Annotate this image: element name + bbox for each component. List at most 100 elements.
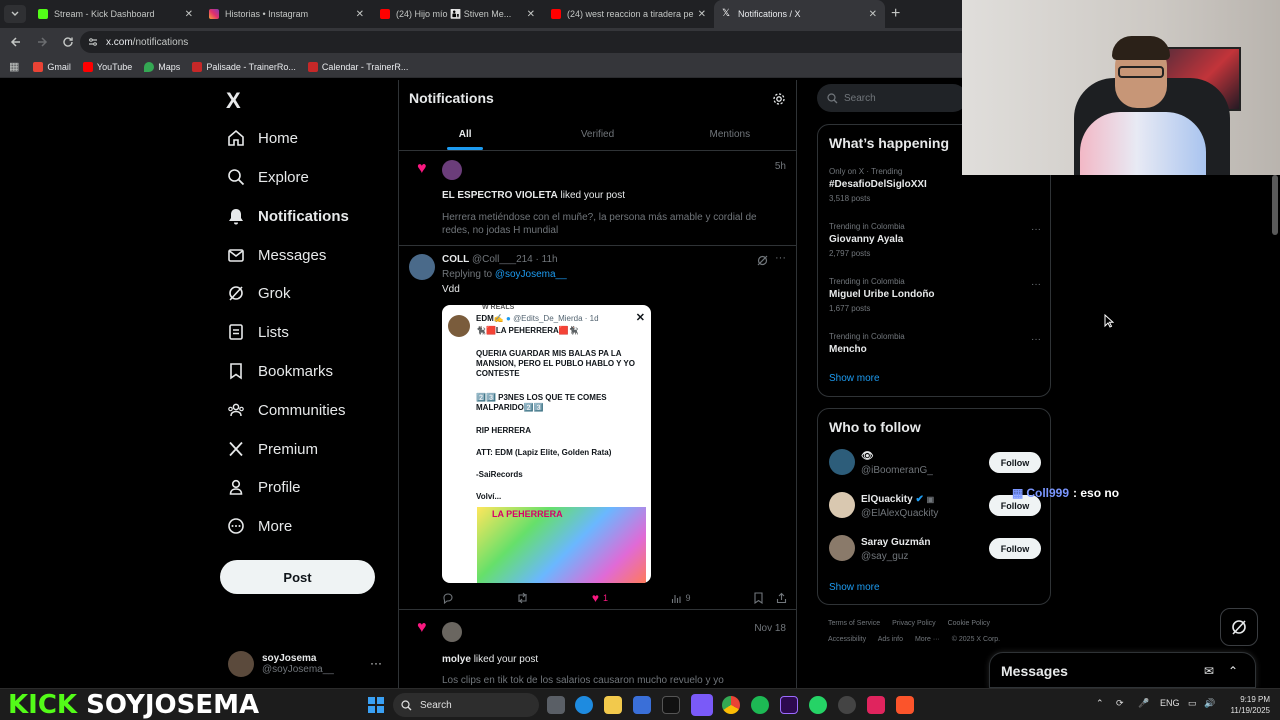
tray-chevron-icon[interactable]: ⌃ bbox=[1096, 698, 1104, 709]
follow-suggestion[interactable]: 👁 @iBoomeranG_ Follow bbox=[829, 449, 1041, 479]
follow-suggestion[interactable]: ElQuackity ✔ ▣ @ElAlexQuackity Follow bbox=[829, 492, 1041, 522]
display-icon[interactable]: ▭ bbox=[1188, 698, 1197, 709]
tab-verified[interactable]: Verified bbox=[531, 118, 663, 150]
nav-notifications[interactable]: Notifications bbox=[226, 201, 349, 231]
close-tab-icon[interactable]: ✕ bbox=[869, 9, 877, 20]
browser-tab-active[interactable]: 𝕏 Notifications / X ✕ bbox=[714, 0, 885, 28]
messages-drawer[interactable]: Messages ✉ ⌃ bbox=[989, 652, 1256, 688]
trend-item[interactable]: Trending in Colombia Mencho ··· bbox=[829, 332, 1043, 355]
footer-link[interactable]: Privacy Policy bbox=[892, 620, 936, 627]
browser-tab[interactable]: (24) Hijo mío 👨‍👦 Stiven Me... ✕ bbox=[372, 0, 543, 28]
reload-icon[interactable] bbox=[56, 30, 80, 54]
close-tab-icon[interactable]: ✕ bbox=[527, 9, 535, 20]
spotify-icon[interactable] bbox=[751, 696, 769, 714]
forward-icon[interactable] bbox=[30, 30, 54, 54]
more-dots-icon[interactable]: ··· bbox=[1031, 279, 1041, 290]
apps-grid-icon[interactable]: ▦ bbox=[9, 60, 19, 73]
footer-link[interactable]: Accessibility bbox=[828, 636, 866, 643]
post-image[interactable]: W REALS EDM✍️ ● @Edits_De_Mierda · 1d 🐈‍… bbox=[442, 305, 651, 583]
nav-explore[interactable]: Explore bbox=[226, 162, 309, 192]
file-explorer-icon[interactable] bbox=[604, 696, 622, 714]
microphone-icon[interactable]: 🎤 bbox=[1138, 698, 1149, 709]
show-more-link[interactable]: Show more bbox=[829, 373, 880, 384]
nav-more[interactable]: More bbox=[226, 511, 292, 541]
nav-communities[interactable]: Communities bbox=[226, 395, 346, 425]
avatar[interactable] bbox=[442, 160, 462, 180]
browser-tab[interactable]: Stream - Kick Dashboard ✕ bbox=[30, 0, 201, 28]
tab-list-button[interactable] bbox=[4, 5, 26, 23]
volume-icon[interactable]: 🔊 bbox=[1204, 698, 1215, 709]
avatar[interactable] bbox=[409, 254, 435, 280]
nav-grok[interactable]: Grok bbox=[226, 278, 291, 308]
nav-bookmarks[interactable]: Bookmarks bbox=[226, 356, 333, 386]
bookmark-youtube[interactable]: YouTube bbox=[82, 61, 132, 72]
browser-tab[interactable]: Historias • Instagram ✕ bbox=[201, 0, 372, 28]
replying-to-link[interactable]: @soyJosema__ bbox=[495, 269, 567, 280]
reply-post[interactable]: COLL @Coll___214 · 11h ··· Replying to @… bbox=[399, 246, 796, 610]
x-logo-icon[interactable]: X bbox=[226, 88, 241, 114]
bookmark-icon[interactable] bbox=[753, 592, 764, 604]
edge-icon[interactable] bbox=[575, 696, 593, 714]
more-dots-icon[interactable]: ··· bbox=[370, 656, 382, 670]
app-icon[interactable] bbox=[838, 696, 856, 714]
share-icon[interactable] bbox=[776, 592, 787, 604]
tray-app-icon[interactable]: ⟳ bbox=[1116, 698, 1124, 709]
new-tab-icon[interactable]: + bbox=[891, 5, 900, 23]
trend-item[interactable]: Trending in Colombia Miguel Uribe Londoñ… bbox=[829, 277, 1043, 313]
post-author[interactable]: COLL bbox=[442, 254, 469, 265]
notification-item[interactable]: ♥ 5h EL ESPECTRO VIOLETA liked your post… bbox=[399, 152, 796, 246]
premiere-icon[interactable] bbox=[780, 696, 798, 714]
back-icon[interactable] bbox=[4, 30, 28, 54]
whatsapp-icon[interactable] bbox=[809, 696, 827, 714]
nav-lists[interactable]: Lists bbox=[226, 317, 289, 347]
tiktok-icon[interactable] bbox=[662, 696, 680, 714]
tab-all[interactable]: All bbox=[399, 118, 531, 150]
bookmark-palisade[interactable]: Palisade - TrainerRo... bbox=[192, 61, 296, 72]
footer-link[interactable]: Ads info bbox=[878, 636, 903, 643]
notification-actor[interactable]: EL ESPECTRO VIOLETA bbox=[442, 190, 558, 201]
tiktok-live-icon[interactable] bbox=[867, 696, 885, 714]
gear-icon[interactable] bbox=[772, 92, 786, 106]
like-button[interactable]: ♥ 1 bbox=[592, 591, 608, 605]
nav-messages[interactable]: Messages bbox=[226, 240, 326, 270]
brave-icon[interactable] bbox=[896, 696, 914, 714]
search-input[interactable]: Search bbox=[817, 84, 967, 112]
bookmark-gmail[interactable]: Gmail bbox=[33, 61, 71, 72]
address-bar[interactable]: x.com/notifications bbox=[80, 31, 980, 53]
more-dots-icon[interactable]: ··· bbox=[1031, 224, 1041, 235]
store-icon[interactable] bbox=[633, 696, 651, 714]
page-scrollbar[interactable] bbox=[1270, 175, 1280, 688]
discord-icon[interactable] bbox=[691, 694, 713, 716]
bookmark-calendar[interactable]: Calendar - TrainerR... bbox=[307, 61, 408, 72]
browser-tab[interactable]: (24) west reaccion a tiradera pe... ✕ bbox=[543, 0, 714, 28]
post-button[interactable]: Post bbox=[220, 560, 375, 594]
more-dots-icon[interactable]: ··· bbox=[1031, 334, 1041, 345]
grok-floating-button[interactable] bbox=[1220, 608, 1258, 646]
nav-home[interactable]: Home bbox=[226, 123, 298, 153]
nav-premium[interactable]: Premium bbox=[226, 434, 318, 464]
footer-link[interactable]: Cookie Policy bbox=[948, 620, 990, 627]
language-indicator[interactable]: ENG bbox=[1160, 698, 1180, 708]
footer-link[interactable]: Terms of Service bbox=[828, 620, 880, 627]
notification-actor[interactable]: molye bbox=[442, 654, 471, 665]
close-tab-icon[interactable]: ✕ bbox=[356, 9, 364, 20]
windows-start-icon[interactable] bbox=[368, 697, 384, 713]
site-info-icon[interactable] bbox=[88, 37, 98, 47]
tab-mentions[interactable]: Mentions bbox=[664, 118, 796, 150]
footer-link[interactable]: More ··· bbox=[915, 636, 940, 643]
trend-item[interactable]: Trending in Colombia Giovanny Ayala 2,79… bbox=[829, 222, 1043, 258]
close-tab-icon[interactable]: ✕ bbox=[698, 9, 706, 20]
bookmark-maps[interactable]: Maps bbox=[144, 61, 180, 72]
new-message-icon[interactable]: ✉ bbox=[1204, 664, 1214, 678]
grok-explain-icon[interactable] bbox=[757, 255, 768, 266]
chrome-icon[interactable] bbox=[722, 696, 740, 714]
system-clock[interactable]: 9:19 PM 11/19/2025 bbox=[1222, 694, 1270, 716]
more-dots-icon[interactable]: ··· bbox=[775, 252, 786, 264]
show-more-link[interactable]: Show more bbox=[829, 582, 880, 593]
close-tab-icon[interactable]: ✕ bbox=[185, 9, 193, 20]
account-switcher[interactable]: soyJosema @soyJosema__ ··· bbox=[228, 644, 388, 684]
avatar[interactable] bbox=[442, 622, 462, 642]
repost-icon[interactable] bbox=[516, 592, 529, 604]
follow-suggestion[interactable]: Saray Guzmán @say_guz Follow bbox=[829, 535, 1041, 565]
task-view-icon[interactable] bbox=[547, 696, 565, 714]
